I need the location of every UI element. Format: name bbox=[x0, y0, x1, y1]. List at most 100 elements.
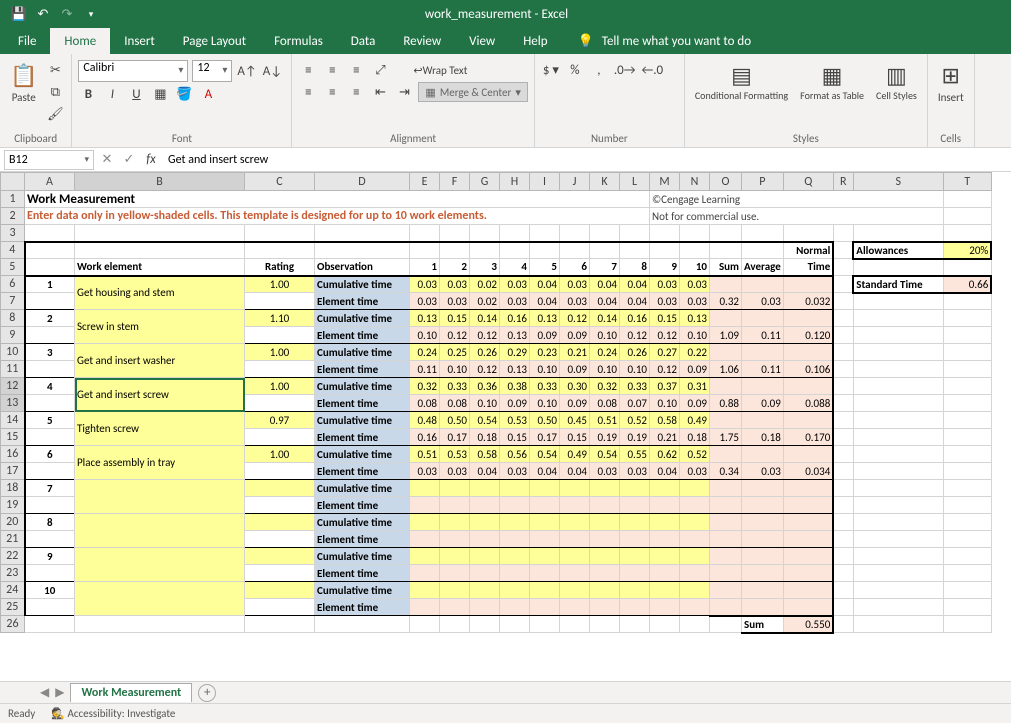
ct-cell[interactable]: 0.33 bbox=[620, 378, 650, 395]
et-cell[interactable] bbox=[560, 599, 590, 616]
et-cell[interactable]: 0.12 bbox=[470, 361, 500, 378]
et-cell[interactable] bbox=[560, 565, 590, 582]
wrap-text-button[interactable]: ↩ Wrap Text bbox=[408, 60, 472, 80]
rating-cell[interactable]: 1.00 bbox=[245, 276, 315, 293]
ct-cell[interactable] bbox=[650, 548, 680, 565]
cell[interactable] bbox=[440, 242, 470, 259]
sheet-tab-active[interactable]: Work Measurement bbox=[70, 683, 192, 702]
format-painter-icon[interactable]: 🖌 bbox=[45, 104, 65, 124]
et-cell[interactable] bbox=[440, 531, 470, 548]
ct-cell[interactable]: 0.54 bbox=[590, 446, 620, 463]
align-middle-icon[interactable]: ≡ bbox=[322, 60, 342, 80]
cell[interactable] bbox=[853, 480, 943, 497]
label-time[interactable]: Time bbox=[783, 259, 833, 276]
row-header[interactable]: 3 bbox=[1, 225, 25, 242]
cell[interactable] bbox=[710, 446, 742, 463]
obs-num[interactable]: 8 bbox=[620, 259, 650, 276]
ct-cell[interactable]: 0.52 bbox=[620, 412, 650, 429]
cell[interactable] bbox=[853, 412, 943, 429]
col-header[interactable]: L bbox=[620, 173, 650, 191]
cell[interactable] bbox=[560, 225, 590, 242]
et-cell[interactable] bbox=[530, 599, 560, 616]
cell[interactable] bbox=[25, 225, 75, 242]
cell[interactable] bbox=[590, 225, 620, 242]
obs-num[interactable]: 2 bbox=[440, 259, 470, 276]
cell[interactable] bbox=[943, 378, 991, 395]
ct-cell[interactable] bbox=[440, 582, 470, 599]
sum-cell[interactable] bbox=[710, 599, 742, 616]
cell[interactable] bbox=[25, 327, 75, 344]
cell[interactable] bbox=[650, 616, 680, 633]
et-cell[interactable]: 0.03 bbox=[500, 293, 530, 310]
ct-cell[interactable]: 0.04 bbox=[590, 276, 620, 293]
cell[interactable] bbox=[25, 242, 75, 259]
et-cell[interactable]: 0.08 bbox=[410, 395, 440, 412]
et-cell[interactable] bbox=[590, 565, 620, 582]
ct-cell[interactable]: 0.14 bbox=[470, 310, 500, 327]
cell[interactable] bbox=[245, 531, 315, 548]
col-header[interactable]: J bbox=[560, 173, 590, 191]
sum-cell[interactable]: 0.34 bbox=[710, 463, 742, 480]
cell[interactable] bbox=[25, 429, 75, 446]
add-sheet-button[interactable]: + bbox=[198, 684, 216, 702]
cell[interactable] bbox=[943, 191, 991, 208]
row-header[interactable]: 5 bbox=[1, 259, 25, 276]
cell[interactable] bbox=[833, 344, 853, 361]
et-cell[interactable] bbox=[410, 497, 440, 514]
cell[interactable] bbox=[943, 208, 991, 225]
rating-cell[interactable] bbox=[245, 480, 315, 497]
decrease-decimal-icon[interactable]: ←.0 bbox=[640, 60, 664, 80]
indent-increase-icon[interactable]: ⇥ bbox=[394, 82, 414, 102]
cell[interactable] bbox=[75, 616, 245, 633]
paste-button[interactable]: 📋Paste bbox=[6, 60, 41, 106]
et-cell[interactable]: 0.10 bbox=[590, 361, 620, 378]
ct-cell[interactable]: 0.51 bbox=[410, 446, 440, 463]
et-cell[interactable]: 0.07 bbox=[620, 395, 650, 412]
ct-cell[interactable]: 0.15 bbox=[650, 310, 680, 327]
rating-cell[interactable] bbox=[245, 548, 315, 565]
ct-cell[interactable]: 0.38 bbox=[500, 378, 530, 395]
ct-cell[interactable] bbox=[650, 480, 680, 497]
cell[interactable] bbox=[742, 344, 784, 361]
cell[interactable] bbox=[833, 497, 853, 514]
cell[interactable] bbox=[833, 429, 853, 446]
et-cell[interactable]: 0.21 bbox=[650, 429, 680, 446]
cell[interactable] bbox=[315, 616, 410, 633]
ct-cell[interactable]: 0.13 bbox=[530, 310, 560, 327]
et-cell[interactable] bbox=[650, 565, 680, 582]
normal-time-cell[interactable]: 0.032 bbox=[783, 293, 833, 310]
et-cell[interactable] bbox=[410, 599, 440, 616]
cell[interactable] bbox=[710, 480, 742, 497]
et-cell[interactable]: 0.03 bbox=[680, 293, 710, 310]
cell[interactable] bbox=[500, 242, 530, 259]
cell[interactable] bbox=[853, 429, 943, 446]
cell[interactable] bbox=[590, 616, 620, 633]
cell[interactable] bbox=[943, 531, 991, 548]
cell[interactable] bbox=[710, 242, 742, 259]
col-header[interactable]: A bbox=[25, 173, 75, 191]
ct-cell[interactable] bbox=[410, 548, 440, 565]
ct-cell[interactable] bbox=[500, 514, 530, 531]
ct-cell[interactable]: 0.58 bbox=[650, 412, 680, 429]
currency-icon[interactable]: $ ▾ bbox=[541, 60, 561, 80]
ct-cell[interactable] bbox=[680, 582, 710, 599]
element-num[interactable]: 7 bbox=[25, 480, 75, 497]
et-cell[interactable]: 0.08 bbox=[590, 395, 620, 412]
label-sum[interactable]: Sum bbox=[710, 259, 742, 276]
fx-icon[interactable]: fx bbox=[140, 152, 162, 167]
cell[interactable] bbox=[833, 395, 853, 412]
ct-cell[interactable]: 0.33 bbox=[530, 378, 560, 395]
et-cell[interactable]: 0.03 bbox=[650, 293, 680, 310]
ct-cell[interactable]: 0.31 bbox=[680, 378, 710, 395]
ct-cell[interactable]: 0.54 bbox=[470, 412, 500, 429]
cell[interactable] bbox=[943, 395, 991, 412]
cell[interactable] bbox=[710, 514, 742, 531]
cell[interactable] bbox=[680, 242, 710, 259]
ct-cell[interactable] bbox=[680, 480, 710, 497]
ct-cell[interactable]: 0.33 bbox=[440, 378, 470, 395]
et-cell[interactable]: 0.09 bbox=[560, 361, 590, 378]
cell[interactable] bbox=[742, 276, 784, 293]
et-cell[interactable]: 0.03 bbox=[440, 293, 470, 310]
sum-cell[interactable]: 1.75 bbox=[710, 429, 742, 446]
avg-cell[interactable] bbox=[742, 599, 784, 616]
